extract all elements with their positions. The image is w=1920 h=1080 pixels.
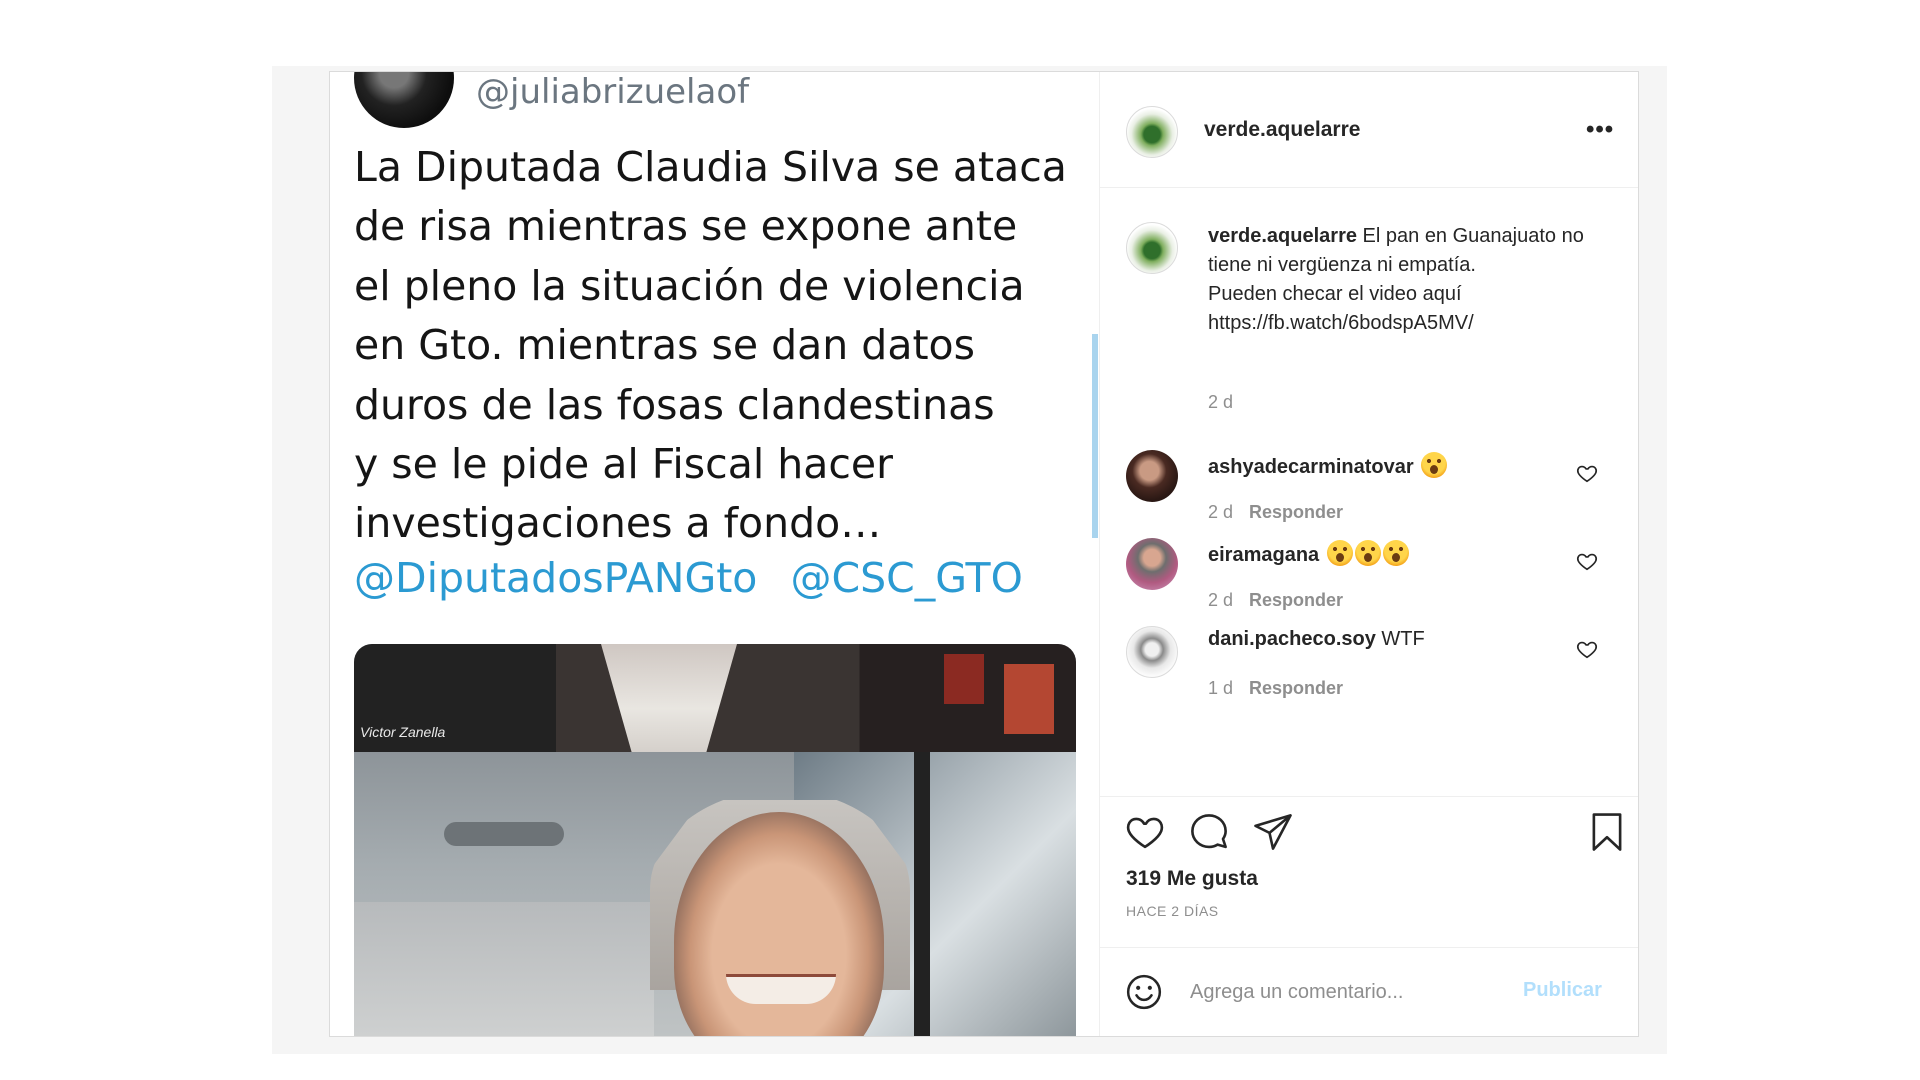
astonished-emoji-icon — [1421, 452, 1448, 478]
caption-time[interactable]: 2 d — [1208, 392, 1233, 413]
reply-button[interactable]: Responder — [1249, 678, 1343, 698]
more-icon[interactable]: ••• — [1586, 118, 1614, 142]
comment-item: dani.pacheco.soy WTF 1 d Responder — [1126, 626, 1626, 716]
post-time[interactable]: HACE 2 DÍAS — [1126, 903, 1219, 919]
tweet-line: y se le pide al Fiscal hacer — [354, 440, 893, 489]
post-sidebar: verde.aquelarre ••• verde.aquelarre El p… — [1100, 72, 1638, 1036]
tweet-line: La Diputada Claudia Silva se ataca — [354, 143, 1067, 191]
video-top-panel: Victor Zanella — [354, 644, 1076, 752]
share-icon[interactable] — [1252, 811, 1294, 853]
avatar[interactable] — [1126, 626, 1178, 678]
astonished-emoji-icon — [1326, 540, 1353, 566]
tweet-line: en Gto. mientras se dan datos — [354, 321, 975, 370]
avatar[interactable] — [1126, 538, 1178, 590]
comment-time[interactable]: 2 d — [1208, 502, 1233, 522]
comment-item: eiramagana 2 d Responder — [1126, 538, 1626, 628]
likes-count[interactable]: 319 Me gusta — [1126, 867, 1258, 891]
tweet-text: La Diputada Claudia Silva se ataca de ri… — [354, 138, 1094, 554]
astonished-emoji-icon — [1382, 540, 1409, 566]
post-header: verde.aquelarre ••• — [1100, 72, 1638, 188]
tweet-line: el pleno la situación de violencia — [354, 261, 1025, 310]
tweet-line: de risa mientras se expone ante — [354, 202, 1018, 251]
comment-box: Publicar — [1100, 947, 1638, 1035]
comment-heart-icon[interactable] — [1576, 462, 1598, 484]
instagram-post: @juliabrizuelaof La Diputada Claudia Sil… — [329, 71, 1639, 1037]
tweet-line: investigaciones a fondo… — [354, 499, 882, 548]
tweet-handle: @juliabrizuelaof — [476, 72, 750, 112]
comment-item: ashyadecarminatovar 2 d Responder — [1126, 450, 1626, 540]
tweet-mention: @CSC_GTO — [790, 554, 1023, 602]
comment-username[interactable]: eiramagana — [1208, 544, 1319, 566]
caption-username[interactable]: verde.aquelarre — [1208, 225, 1357, 247]
post-media[interactable]: @juliabrizuelaof La Diputada Claudia Sil… — [330, 72, 1100, 1036]
tweet-line: duros de las fosas clandestinas — [354, 380, 995, 429]
astonished-emoji-icon — [1354, 540, 1381, 566]
publish-button[interactable]: Publicar — [1523, 979, 1602, 1002]
avatar[interactable] — [1126, 106, 1178, 158]
tweet-video-frame: Victor Zanella — [354, 644, 1076, 1036]
comment-icon[interactable] — [1188, 811, 1230, 853]
comment-username[interactable]: ashyadecarminatovar — [1208, 456, 1414, 478]
caption-text: Pueden checar el video aquí — [1208, 283, 1462, 305]
reply-button[interactable]: Responder — [1249, 590, 1343, 610]
tweet-mentions: @DiputadosPANGto @CSC_GTO — [354, 554, 1023, 602]
tweet-scroll-indicator — [1092, 334, 1098, 538]
comment-heart-icon[interactable] — [1576, 638, 1598, 660]
tweet-mention: @DiputadosPANGto — [354, 554, 758, 602]
caption-link: https://fb.watch/6bodspA5MV/ — [1208, 312, 1474, 334]
avatar[interactable] — [1126, 450, 1178, 502]
tweet-avatar — [354, 72, 454, 128]
comment-heart-icon[interactable] — [1576, 550, 1598, 572]
video-participant-label: Victor Zanella — [360, 724, 446, 740]
bookmark-icon[interactable] — [1586, 811, 1628, 853]
avatar[interactable] — [1126, 222, 1178, 274]
comment-input[interactable] — [1190, 974, 1520, 1010]
header-username[interactable]: verde.aquelarre — [1204, 118, 1360, 142]
heart-icon[interactable] — [1124, 811, 1166, 853]
comment-text: WTF — [1381, 628, 1425, 650]
comment-time[interactable]: 1 d — [1208, 678, 1233, 698]
emoji-icon[interactable] — [1124, 972, 1164, 1012]
post-actions: 319 Me gusta HACE 2 DÍAS Publicar — [1100, 796, 1638, 1036]
comment-time[interactable]: 2 d — [1208, 590, 1233, 610]
reply-button[interactable]: Responder — [1249, 502, 1343, 522]
comment-username[interactable]: dani.pacheco.soy — [1208, 628, 1376, 650]
